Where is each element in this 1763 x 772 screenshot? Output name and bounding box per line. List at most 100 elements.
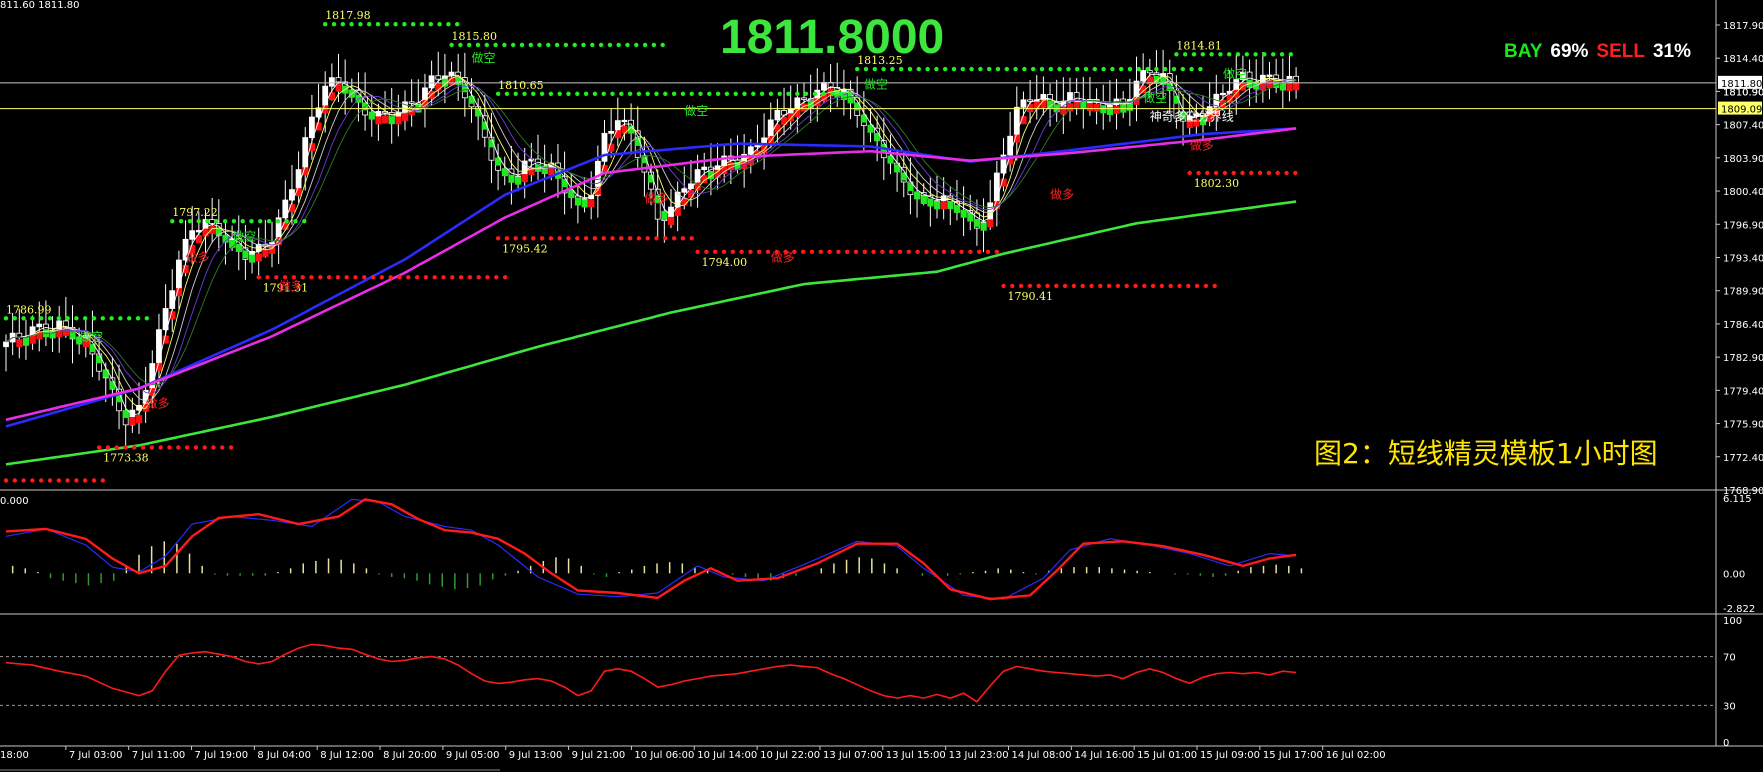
resistance-line-dot [502,42,507,48]
resistance-line-dot [249,219,254,224]
support-line-dot [654,236,659,241]
resistance-line-dot [196,219,201,224]
support-line-dot [906,249,911,254]
resistance-line-dot [978,66,983,72]
trading-chart[interactable]: 神奇多空分界线 1786.99 1797.22 1817.98 1815.80 1810.… [0,0,1763,772]
support-line-dot [548,236,554,241]
ribbon-block [29,335,36,344]
price-tick-label: 1807.40 [1723,121,1763,132]
support-line-dot [827,249,832,254]
signal-annotation: 做空 [864,77,888,92]
candle-body [56,320,63,331]
resistance-line-dot [402,22,407,27]
resistance-line-dot [1083,66,1089,72]
resistance-line-dot [601,91,606,97]
candle-body [1140,70,1147,82]
chart-caption: 图2：短线精灵模板1小时图 [1314,437,1658,470]
support-line-dot [362,275,367,280]
sell-percent: 31% [1652,41,1691,62]
support-line-dot [379,275,385,280]
current-price-tag-label: 1811.80 [1721,79,1762,90]
resistance-line-dot [707,91,712,97]
resistance-line-dot [39,316,44,321]
support-line-dot [476,275,481,280]
resistance-line-dot [951,66,957,72]
ribbon-block [1286,82,1293,91]
candle-body [801,97,807,100]
ribbon-block [1113,105,1120,114]
time-tick-label: 9 Jul 05:00 [446,750,500,761]
support-line-dot [1133,283,1138,289]
ribbon-block [255,253,262,262]
resistance-line-dot [546,42,551,48]
resistance-line-dot [995,66,1001,72]
resistance-line-dot [907,66,913,72]
resistance-line-dot [231,219,237,224]
resistance-line-dot [1057,66,1062,72]
resistance-line-dot [519,42,525,48]
support-line-dot [853,249,859,254]
signal-annotation: 做空 [1223,66,1247,81]
ribbon-block [541,166,548,175]
resistance-line-dot [680,91,686,97]
support-line-dot [1062,283,1068,289]
resistance-line-dot [484,42,489,48]
support-line-dot [114,445,119,450]
support-line-dot [627,236,633,241]
resistance-line-dot [493,42,498,48]
time-tick-label: 15 Jul 09:00 [1200,750,1260,761]
resistance-line-dot [1174,52,1179,57]
resistance-line-dot [187,219,193,224]
resistance-line-dot [275,219,281,224]
resistance-line-dot [698,91,703,97]
support-line-dot [1266,170,1272,176]
support-line-dot [1098,283,1103,289]
support-line-dot [1089,283,1094,289]
support-line-dot [1205,170,1210,176]
resistance-line-dot [358,22,363,27]
resistance-line-dot [634,42,639,48]
support-line-dot [1284,170,1289,176]
support-line-dot [985,249,991,254]
current-price-display: 1811.8000 [720,11,945,64]
candle-body [335,77,342,83]
ribbon-block [787,113,794,122]
resistance-line-dot [428,22,433,27]
resistance-line-dot [1191,52,1197,57]
resistance-line-dot [554,42,560,48]
signal-annotation: 做空 [684,103,708,118]
resistance-line-dot [575,91,580,97]
resistance-line-dot [1235,52,1241,57]
ribbon-block [1093,103,1100,112]
boundary-price-tag-label: 1809.09 [1721,105,1762,116]
ribbon-block [382,115,389,124]
candle-body [821,82,827,91]
resistance-line-dot [1048,66,1054,72]
support-line-dot [1249,170,1254,176]
support-line-dot [202,445,207,450]
price-tick-label: 1817.90 [1723,21,1763,32]
price-tick-label: 1803.90 [1723,154,1763,165]
support-line-dot [309,275,314,280]
resistance-line-dot [943,66,948,72]
support-line-dot [184,445,190,450]
resistance-line-dot [572,42,577,48]
resistance-line-dot [598,42,604,48]
time-tick-label: 7 Jul 03:00 [69,750,123,761]
candle-body [328,77,335,87]
resistance-line-label: 1797.22 [172,206,218,219]
resistance-line-dot [1189,66,1194,72]
support-line-dot [193,445,199,450]
resistance-line-dot [349,22,354,27]
support-line-dot [335,275,341,280]
support-line-dot [933,249,938,254]
support-line-dot [1115,283,1121,289]
resistance-line-dot [1119,66,1124,72]
support-line-dot [1186,283,1191,289]
support-line-dot [105,445,111,450]
support-line-dot [721,249,727,254]
candle-body [1020,99,1027,108]
resistance-line-dot [331,22,337,27]
support-line-dot [495,236,501,241]
ribbon-block [368,111,375,120]
